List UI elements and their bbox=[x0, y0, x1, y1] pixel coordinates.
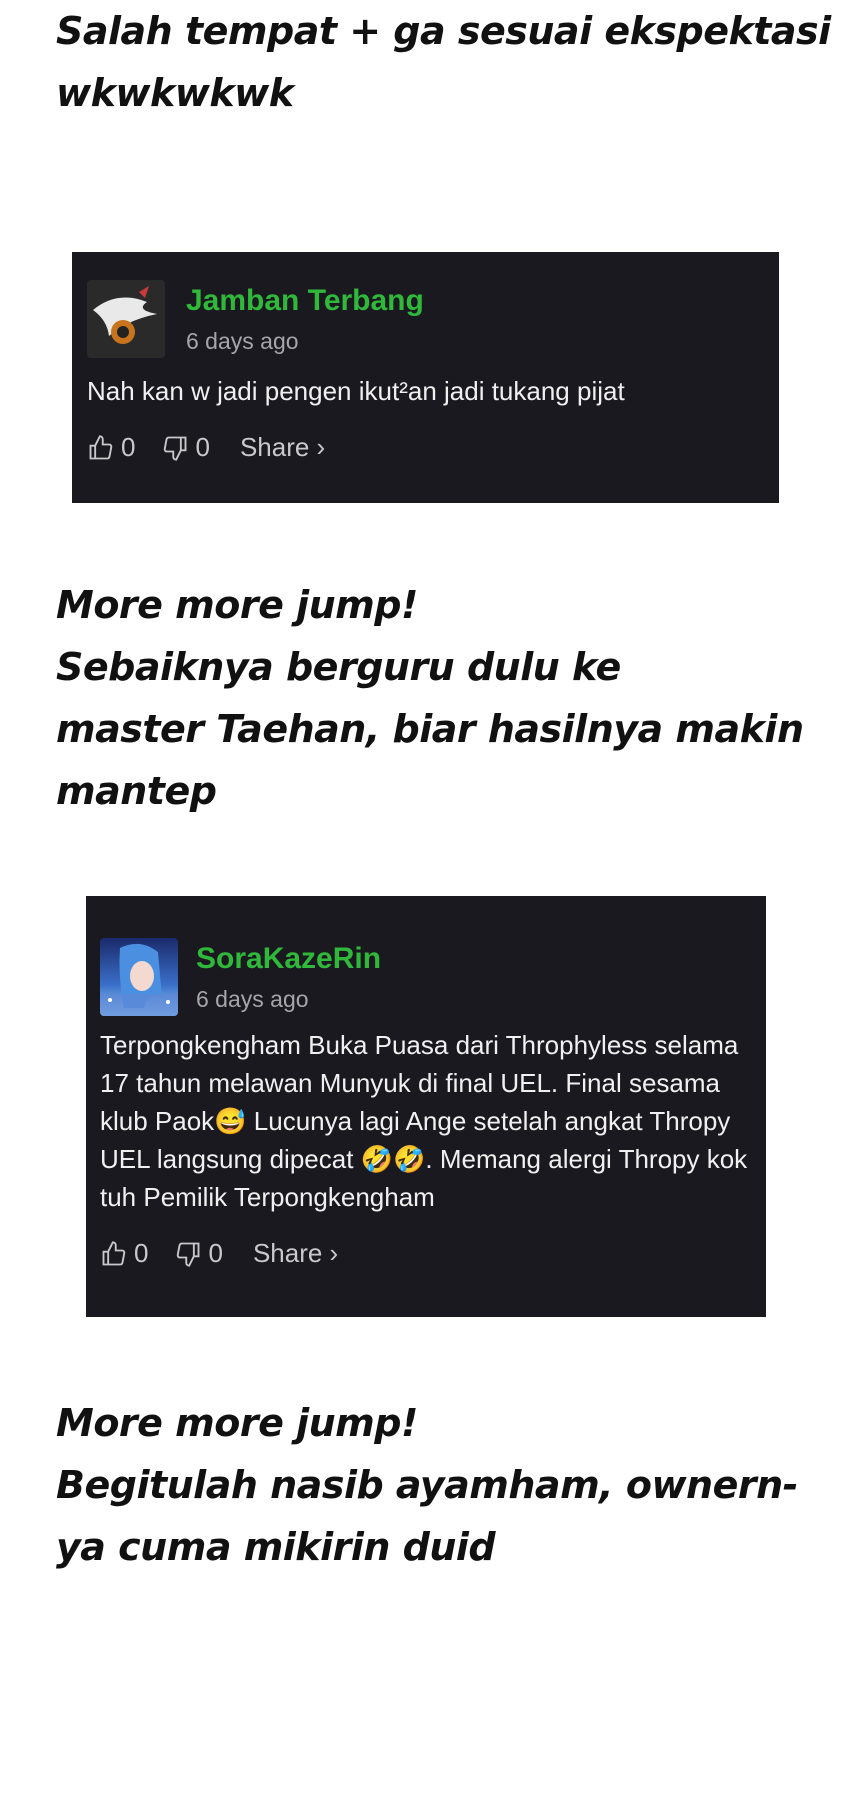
timestamp: 6 days ago bbox=[186, 328, 299, 354]
comment-card: SoraKazeRin 6 days ago Terpongkengham Bu… bbox=[86, 896, 766, 1317]
comment-actions: 0 0 Share › bbox=[100, 1238, 338, 1269]
thumbs-down-icon bbox=[177, 1242, 200, 1267]
thumbs-down-icon bbox=[164, 436, 187, 461]
comment-actions: 0 0 Share › bbox=[87, 432, 325, 463]
share-button[interactable]: Share › bbox=[240, 432, 325, 463]
comment-card: Jamban Terbang 6 days ago Nah kan w jadi… bbox=[72, 252, 779, 503]
dislike-button[interactable]: 0 bbox=[174, 1238, 223, 1269]
thumbs-up-icon bbox=[89, 434, 113, 459]
avatar[interactable] bbox=[100, 938, 178, 1016]
avatar[interactable] bbox=[87, 280, 165, 358]
caption-2: More more jump! Sebaiknya berguru dulu k… bbox=[56, 583, 804, 813]
thumbs-up-icon bbox=[102, 1240, 126, 1265]
like-button[interactable]: 0 bbox=[87, 432, 135, 463]
dislike-button[interactable]: 0 bbox=[161, 432, 210, 463]
dislike-count: 0 bbox=[208, 1238, 223, 1268]
share-button[interactable]: Share › bbox=[253, 1238, 338, 1269]
comment-text: Nah kan w jadi pengen ikut²an jadi tukan… bbox=[87, 376, 625, 406]
caption-3: More more jump! Begitulah nasib ayamham,… bbox=[56, 1401, 798, 1569]
dislike-count: 0 bbox=[195, 432, 210, 462]
like-count: 0 bbox=[121, 432, 136, 462]
comment-text: Terpongkengham Buka Puasa dari Throphyle… bbox=[100, 1030, 748, 1212]
caption-1: Salah tempat + ga sesuai ekspektasi wkwk… bbox=[56, 9, 831, 115]
timestamp: 6 days ago bbox=[196, 986, 309, 1012]
like-button[interactable]: 0 bbox=[100, 1238, 148, 1269]
username[interactable]: SoraKazeRin bbox=[196, 942, 381, 976]
username[interactable]: Jamban Terbang bbox=[186, 284, 424, 318]
like-count: 0 bbox=[134, 1238, 149, 1268]
